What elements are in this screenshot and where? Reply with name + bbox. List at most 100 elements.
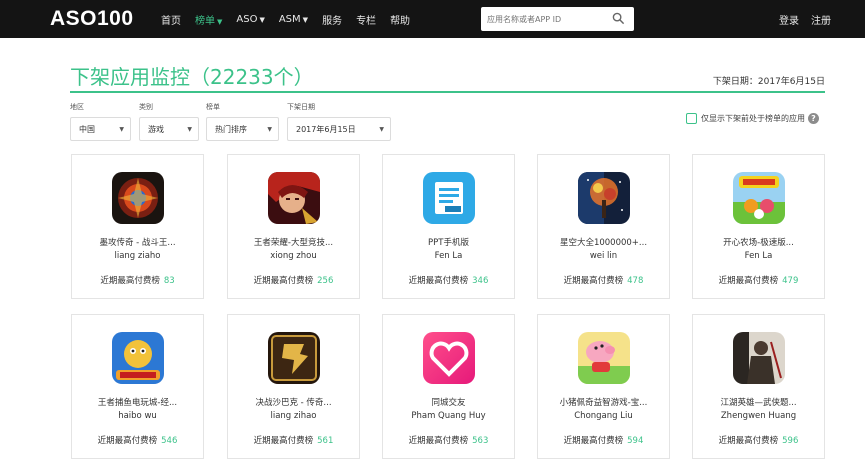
app-rank-info: 近期最高付费榜 83 bbox=[78, 274, 197, 286]
auth-links: 登录 注册 bbox=[767, 0, 831, 38]
select-value: 热门排序 bbox=[215, 124, 247, 134]
region-select[interactable]: 中国 ▼ bbox=[70, 117, 131, 141]
fantasy-game-icon bbox=[112, 172, 164, 224]
chevron-down-icon: ▼ bbox=[379, 125, 384, 133]
app-developer: Fen La bbox=[434, 251, 463, 261]
nav-item-label: 榜单 bbox=[195, 15, 215, 27]
app-card[interactable]: PPT手机版 Fen La 近期最高付费榜 346 bbox=[382, 154, 515, 299]
app-rank-info: 近期最高付费榜 256 bbox=[234, 274, 353, 286]
app-rank-info: 近期最高付费榜 594 bbox=[544, 434, 663, 446]
app-card[interactable]: 同城交友 Pham Quang Huy 近期最高付费榜 563 bbox=[382, 314, 515, 459]
rank-label: 近期最高付费榜 bbox=[408, 436, 469, 446]
app-name: PPT手机版 bbox=[428, 238, 469, 248]
app-rank-info: 近期最高付费榜 479 bbox=[699, 274, 818, 286]
app-rank-info: 近期最高付费榜 478 bbox=[544, 274, 663, 286]
nav-item-help[interactable]: 帮助 bbox=[390, 12, 410, 27]
main-menu: 首页 榜单 ▼ ASO ▼ ASM ▼ 服务 专栏 帮助 bbox=[161, 0, 424, 38]
rank-value: 346 bbox=[472, 276, 489, 286]
category-select[interactable]: 游戏 ▼ bbox=[139, 117, 199, 141]
rank-label: 近期最高付费榜 bbox=[408, 276, 469, 286]
app-rank-info: 近期最高付费榜 563 bbox=[389, 434, 508, 446]
app-developer: Chongang Liu bbox=[574, 411, 633, 421]
app-card[interactable]: 小猪佩奇益智游戏-宝... Chongang Liu 近期最高付费榜 594 bbox=[537, 314, 670, 459]
select-value: 2017年6月15日 bbox=[296, 124, 356, 134]
ppt-app-icon bbox=[423, 172, 475, 224]
app-developer: liang ziaho bbox=[114, 251, 161, 261]
rank-value: 561 bbox=[317, 436, 334, 446]
app-name: 星空大全1000000+... bbox=[559, 238, 648, 248]
rank-label: 近期最高付费榜 bbox=[718, 436, 779, 446]
nav-item-label: 服务 bbox=[322, 15, 343, 27]
rank-label: 近期最高付费榜 bbox=[563, 436, 624, 446]
app-name: 王者荣耀-大型竞技... bbox=[253, 238, 334, 248]
app-card[interactable]: 王者捕鱼电玩城-经... haibo wu 近期最高付费榜 546 bbox=[71, 314, 204, 459]
chevron-down-icon: ▼ bbox=[187, 125, 192, 133]
rank-label: 近期最高付费榜 bbox=[563, 276, 624, 286]
search-input[interactable] bbox=[487, 10, 607, 28]
register-link[interactable]: 注册 bbox=[811, 12, 831, 27]
rank-label: 近期最高付费榜 bbox=[718, 276, 779, 286]
filter-region: 地区 中国 ▼ bbox=[70, 102, 131, 141]
app-developer: Zhengwen Huang bbox=[720, 411, 797, 421]
app-developer: xiong zhou bbox=[270, 251, 317, 261]
nav-item-aso[interactable]: ASO ▼ bbox=[236, 14, 264, 25]
rank-label: 近期最高付费榜 bbox=[100, 276, 160, 286]
app-developer: Fen La bbox=[744, 251, 773, 261]
nav-item-charts[interactable]: 榜单 ▼ bbox=[195, 12, 222, 27]
filter-chart: 榜单 热门排序 ▼ bbox=[206, 102, 279, 141]
nav-item-column[interactable]: 专栏 bbox=[356, 12, 376, 27]
app-card[interactable]: 王者荣耀-大型竞技... xiong zhou 近期最高付费榜 256 bbox=[227, 154, 360, 299]
nav-item-label: ASO bbox=[236, 13, 258, 25]
search-box bbox=[481, 7, 634, 31]
nav-item-home[interactable]: 首页 bbox=[161, 12, 181, 27]
login-link[interactable]: 登录 bbox=[779, 12, 799, 27]
rank-value: 594 bbox=[627, 436, 644, 446]
farm-game-icon bbox=[733, 172, 785, 224]
legend-game-icon bbox=[268, 332, 320, 384]
app-name: 同城交友 bbox=[431, 398, 466, 408]
app-card[interactable]: 决战沙巴克 - 传奇... liang zihao 近期最高付费榜 561 bbox=[227, 314, 360, 459]
rank-value: 546 bbox=[161, 436, 178, 446]
app-rank-info: 近期最高付费榜 346 bbox=[389, 274, 508, 286]
rank-value: 478 bbox=[627, 276, 644, 286]
fishing-game-icon bbox=[112, 332, 164, 384]
wuxia-game-icon bbox=[733, 332, 785, 384]
page-title: 下架应用监控（22233个） bbox=[70, 65, 314, 89]
app-rank-info: 近期最高付费榜 596 bbox=[699, 434, 818, 446]
filter-label: 榜单 bbox=[206, 103, 220, 111]
app-card[interactable]: 开心农场-极速版... Fen La 近期最高付费榜 479 bbox=[692, 154, 825, 299]
app-developer: wei lin bbox=[589, 251, 618, 261]
app-developer: Pham Quang Huy bbox=[411, 411, 486, 421]
app-rank-info: 近期最高付费榜 546 bbox=[78, 434, 197, 446]
rank-value: 83 bbox=[163, 276, 175, 286]
rank-label: 近期最高付费榜 bbox=[253, 436, 314, 446]
nav-item-services[interactable]: 服务 bbox=[322, 12, 342, 27]
rank-label: 近期最高付费榜 bbox=[97, 436, 158, 446]
rank-value: 256 bbox=[317, 276, 334, 286]
app-name: 王者捕鱼电玩城-经... bbox=[97, 398, 178, 408]
app-card[interactable]: 星空大全1000000+... wei lin 近期最高付费榜 478 bbox=[537, 154, 670, 299]
update-date: 下架日期：2017年6月15日 bbox=[712, 77, 825, 87]
ranked-only-toggle[interactable]: 仅显示下架前处于榜单的应用 ? bbox=[686, 113, 819, 124]
search-icon[interactable] bbox=[612, 12, 625, 25]
nav-item-label: 专栏 bbox=[356, 15, 377, 27]
app-card[interactable]: 江湖英雄—武侠题... Zhengwen Huang 近期最高付费榜 596 bbox=[692, 314, 825, 459]
caret-down-icon: ▼ bbox=[217, 17, 223, 26]
aso100-logo[interactable]: ASO100 bbox=[50, 8, 134, 30]
heart-app-icon bbox=[423, 332, 475, 384]
nav-item-label: ASM bbox=[278, 13, 301, 25]
nav-item-asm[interactable]: ASM ▼ bbox=[279, 14, 308, 25]
chevron-down-icon: ▼ bbox=[119, 125, 124, 133]
date-select[interactable]: 2017年6月15日 ▼ bbox=[287, 117, 391, 141]
app-card[interactable]: 墨攻传奇 - 战斗王... liang ziaho 近期最高付费榜 83 bbox=[71, 154, 204, 299]
app-developer: liang zihao bbox=[270, 411, 317, 421]
ranked-only-checkbox[interactable] bbox=[686, 113, 697, 124]
chart-select[interactable]: 热门排序 ▼ bbox=[206, 117, 279, 141]
top-nav-bar: ASO100 首页 榜单▼ ASO▼ ASM▼ 服务 专栏 帮助 登录 注册 bbox=[0, 0, 865, 38]
filter-label: 类别 bbox=[139, 103, 153, 111]
select-value: 中国 bbox=[79, 124, 95, 134]
nav-item-label: 帮助 bbox=[390, 15, 411, 27]
rank-value: 563 bbox=[472, 436, 489, 446]
help-icon[interactable]: ? bbox=[808, 113, 819, 124]
app-name: 墨攻传奇 - 战斗王... bbox=[99, 238, 176, 248]
